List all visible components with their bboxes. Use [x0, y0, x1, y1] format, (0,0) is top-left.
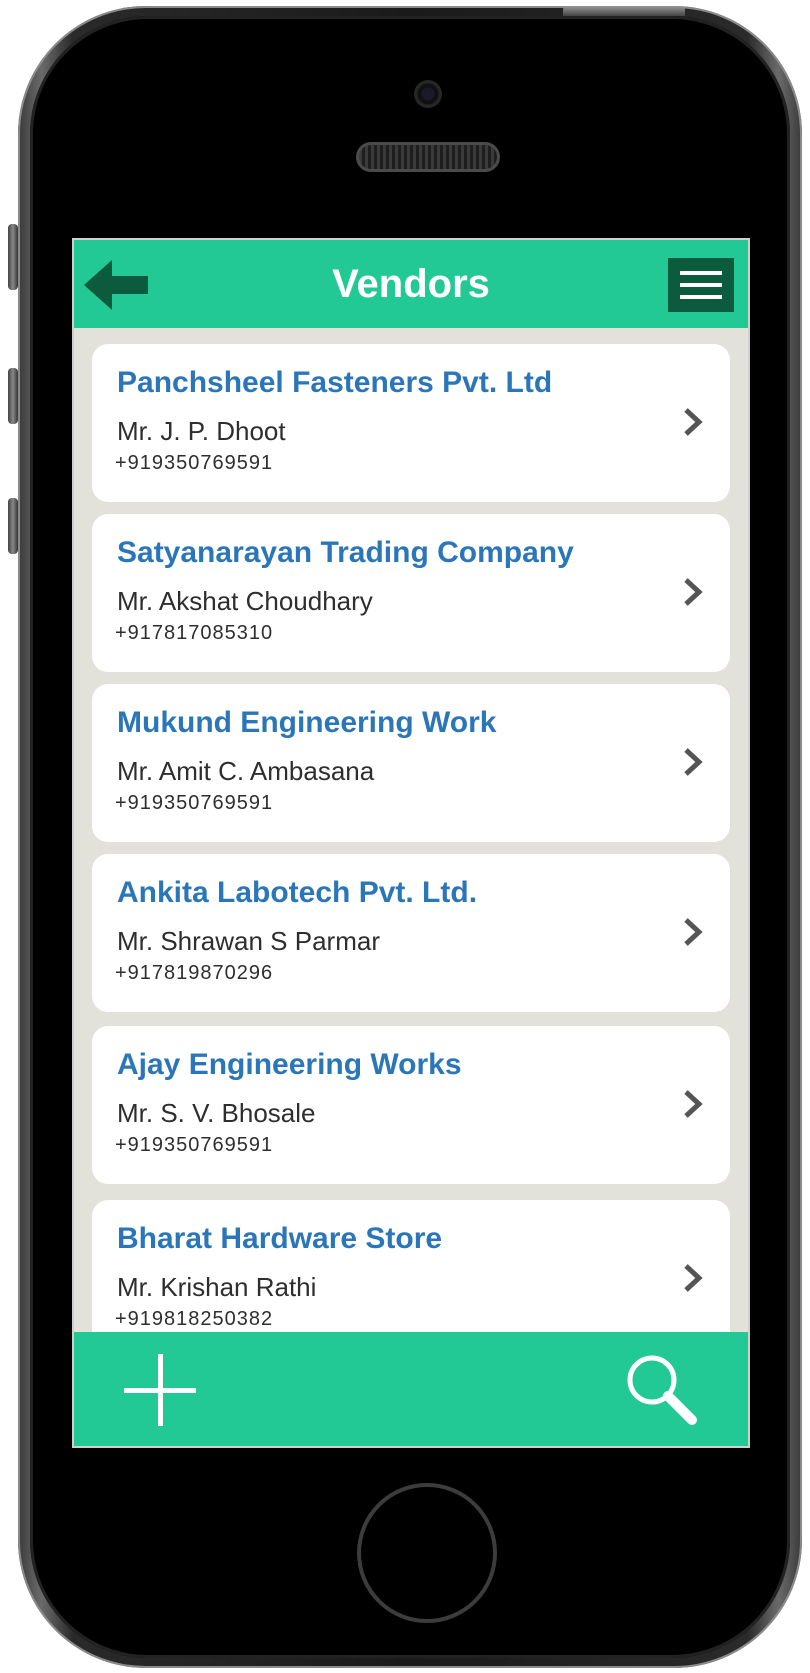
volume-down-button: [8, 498, 18, 554]
hamburger-menu-icon: [680, 295, 722, 299]
phone-number: +917817085310: [115, 622, 274, 644]
phone-number: +919350769591: [115, 792, 274, 814]
vendor-card[interactable]: Bharat Hardware Store Mr. Krishan Rathi …: [92, 1200, 730, 1332]
home-button[interactable]: [357, 1483, 497, 1623]
hamburger-menu-icon: [680, 271, 722, 275]
plus-icon: [124, 1354, 196, 1426]
contact-person: Mr. J. P. Dhoot: [117, 416, 286, 446]
phone-number: +919350769591: [115, 452, 274, 474]
search-icon: [627, 1355, 697, 1425]
chevron-right-icon: [684, 918, 703, 946]
vendor-name: Ankita Labotech Pvt. Ltd.: [117, 876, 478, 909]
contact-person: Mr. Amit C. Ambasana: [117, 756, 375, 786]
vendor-card[interactable]: Ajay Engineering Works Mr. S. V. Bhosale…: [92, 1026, 730, 1184]
menu-button[interactable]: [668, 258, 734, 312]
app-screen: Vendors Panchsheel Fasteners Pvt. Ltd Mr…: [72, 238, 750, 1448]
vendor-card[interactable]: Panchsheel Fasteners Pvt. Ltd Mr. J. P. …: [92, 344, 730, 502]
power-button: [563, 6, 685, 16]
vendor-card[interactable]: Mukund Engineering Work Mr. Amit C. Amba…: [92, 684, 730, 842]
vendor-card[interactable]: Satyanarayan Trading Company Mr. Akshat …: [92, 514, 730, 672]
vendor-card[interactable]: Ankita Labotech Pvt. Ltd. Mr. Shrawan S …: [92, 854, 730, 1012]
contact-person: Mr. Krishan Rathi: [117, 1272, 317, 1302]
chevron-right-icon: [684, 1264, 703, 1292]
chevron-right-icon: [684, 408, 703, 436]
chevron-right-icon: [684, 748, 703, 776]
contact-person: Mr. Shrawan S Parmar: [117, 926, 380, 956]
page-title: Vendors: [332, 262, 490, 306]
vendor-name: Satyanarayan Trading Company: [117, 536, 574, 569]
vendor-name: Ajay Engineering Works: [117, 1048, 462, 1081]
contact-person: Mr. Akshat Choudhary: [117, 586, 373, 616]
header-bar: Vendors: [74, 240, 748, 328]
chevron-right-icon: [684, 1090, 703, 1118]
phone-number: +919818250382: [115, 1308, 274, 1330]
search-button[interactable]: [624, 1352, 700, 1428]
vendor-list: Panchsheel Fasteners Pvt. Ltd Mr. J. P. …: [74, 328, 748, 1332]
earpiece-speaker: [356, 142, 500, 172]
chevron-right-icon: [684, 578, 703, 606]
add-vendor-button[interactable]: [120, 1350, 200, 1430]
mute-switch: [8, 224, 18, 290]
front-camera: [414, 80, 442, 108]
hamburger-menu-icon: [680, 283, 722, 287]
phone-number: +919350769591: [115, 1134, 274, 1156]
vendor-name: Bharat Hardware Store: [117, 1222, 443, 1255]
phone-number: +917819870296: [115, 962, 274, 984]
contact-person: Mr. S. V. Bhosale: [117, 1098, 316, 1128]
footer-toolbar: [74, 1332, 748, 1446]
vendor-name: Mukund Engineering Work: [117, 706, 497, 739]
vendor-name: Panchsheel Fasteners Pvt. Ltd: [117, 366, 553, 399]
volume-up-button: [8, 368, 18, 424]
